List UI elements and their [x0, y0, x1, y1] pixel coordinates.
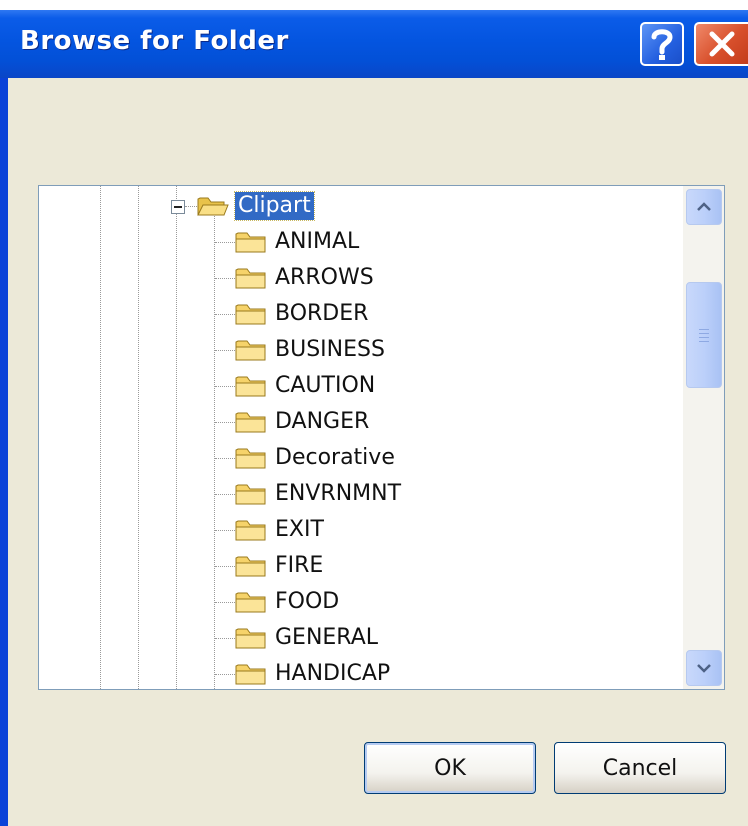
tree-node-folder[interactable]: GENERAL [39, 620, 679, 656]
tree-connector [215, 602, 235, 603]
folder-icon [235, 376, 266, 397]
close-icon [709, 31, 735, 57]
scroll-thumb[interactable] [686, 282, 722, 388]
scroll-up-button[interactable] [686, 189, 722, 225]
tree-node-folder[interactable]: Decorative [39, 440, 679, 476]
dialog-title: Browse for Folder [20, 26, 289, 56]
tree-node-folder[interactable]: ENVRNMNT [39, 476, 679, 512]
tree-node-folder[interactable]: FIRE [39, 548, 679, 584]
tree-connector [215, 494, 235, 495]
cancel-button[interactable]: Cancel [554, 742, 726, 794]
folder-icon [235, 412, 266, 433]
chevron-down-icon [697, 664, 711, 673]
question-mark-icon [651, 29, 673, 60]
tree-node-folder[interactable]: CAUTION [39, 368, 679, 404]
folder-icon [235, 304, 266, 325]
tree-node-label[interactable]: GENERAL [275, 624, 378, 652]
tree-node-label[interactable]: ENVRNMNT [275, 480, 401, 508]
title-bar[interactable]: Browse for Folder [0, 10, 748, 78]
tree-node-label[interactable]: BUSINESS [275, 336, 385, 364]
folder-icon [235, 448, 266, 469]
tree-connector [215, 674, 235, 675]
chevron-up-icon [697, 202, 711, 211]
folder-icon [235, 340, 266, 361]
folder-icon [235, 556, 266, 577]
tree-connector [215, 566, 235, 567]
grip-line [699, 329, 709, 330]
tree-node-label[interactable]: ANIMAL [275, 228, 359, 256]
scroll-down-button[interactable] [686, 650, 722, 686]
help-button[interactable] [640, 22, 684, 66]
tree-connector [215, 350, 235, 351]
grip-line [699, 337, 709, 338]
tree-connector [215, 458, 235, 459]
tree-connector [215, 242, 235, 243]
collapse-minus-icon[interactable] [171, 200, 185, 214]
tree-node-label[interactable]: Decorative [275, 444, 395, 472]
tree-node-label[interactable]: DANGER [275, 408, 369, 436]
folder-icon [235, 664, 266, 685]
tree-connector [215, 530, 235, 531]
tree-node-folder[interactable]: ARROWS [39, 260, 679, 296]
tree-node-folder[interactable]: DANGER [39, 404, 679, 440]
tree-connector [215, 314, 235, 315]
tree-node-label[interactable]: CAUTION [275, 372, 375, 400]
tree-connector [185, 206, 197, 207]
folder-icon [235, 592, 266, 613]
folder-icon [235, 232, 266, 253]
tree-connector [215, 278, 235, 279]
tree-node-folder[interactable]: ANIMAL [39, 224, 679, 260]
dialog-body: Clipart ANIMAL ARROWS BORDER BUSINESS CA… [8, 78, 748, 826]
ok-button[interactable]: OK [364, 742, 536, 794]
tree-node-folder[interactable]: BORDER [39, 296, 679, 332]
close-button[interactable] [694, 22, 748, 66]
folder-icon [235, 520, 266, 541]
tree-node-label[interactable]: ARROWS [275, 264, 374, 292]
tree-node-folder[interactable]: BUSINESS [39, 332, 679, 368]
tree-connector [215, 386, 235, 387]
tree-node-folder[interactable]: EXIT [39, 512, 679, 548]
tree-node-label[interactable]: Clipart [234, 191, 315, 221]
tree-node-label[interactable]: FOOD [275, 588, 339, 616]
folder-icon [235, 484, 266, 505]
tree-node-label[interactable]: HANDICAP [275, 660, 390, 688]
grip-line [699, 333, 709, 334]
browse-for-folder-dialog: Browse for Folder Clipart ANIMAL ARROWS … [0, 10, 748, 826]
tree-node-clipart[interactable]: Clipart [39, 188, 679, 224]
tree-node-folder[interactable]: HANDICAP [39, 656, 679, 689]
tree-node-label[interactable]: FIRE [275, 552, 323, 580]
tree-node-folder[interactable]: FOOD [39, 584, 679, 620]
grip-line [699, 341, 709, 342]
tree-node-label[interactable]: BORDER [275, 300, 368, 328]
folder-icon [235, 268, 266, 289]
tree-connector [215, 638, 235, 639]
folder-icon [235, 628, 266, 649]
open-folder-icon [197, 197, 229, 216]
folder-tree[interactable]: Clipart ANIMAL ARROWS BORDER BUSINESS CA… [38, 185, 725, 690]
tree-connector [215, 422, 235, 423]
vertical-scrollbar[interactable] [683, 186, 724, 689]
tree-node-label[interactable]: EXIT [275, 516, 324, 544]
